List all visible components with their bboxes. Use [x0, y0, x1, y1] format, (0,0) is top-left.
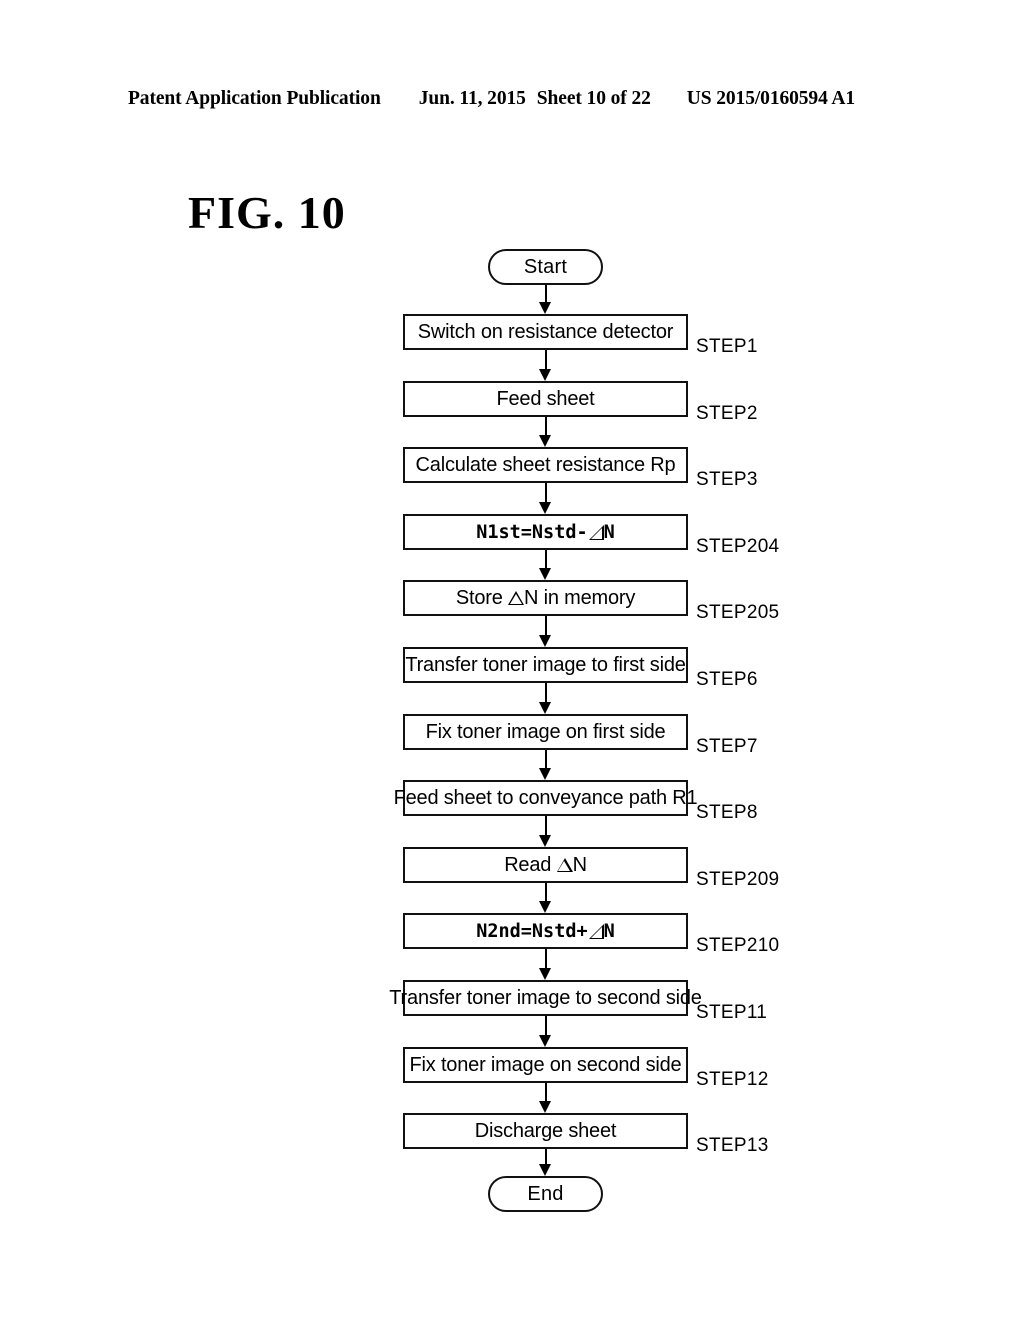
delta-triangle-icon — [508, 590, 524, 605]
flow-arrowhead-icon — [539, 835, 551, 847]
flow-connector-line — [544, 1083, 547, 1103]
flow-step-label: STEP205 — [696, 602, 780, 623]
flow-connector-line — [544, 949, 547, 970]
flow-step-label: STEP7 — [696, 736, 758, 757]
flow-step-label: STEP6 — [696, 669, 758, 690]
flow-step-label: STEP11 — [696, 1002, 768, 1023]
flow-step-label: STEP209 — [696, 869, 780, 890]
flow-arrowhead-icon — [539, 1164, 551, 1176]
flow-node-process: Read N — [403, 847, 688, 883]
right-triangle-delta-icon — [588, 923, 604, 939]
flow-node-process-label: Switch on resistance detector — [417, 320, 674, 343]
flow-node-start: Start — [488, 249, 603, 285]
flow-node-process: Fix toner image on first side — [403, 714, 688, 750]
flow-step-label: STEP8 — [696, 802, 758, 823]
flow-node-process: Discharge sheet — [403, 1113, 688, 1149]
flow-node-process: Fix toner image on second side — [403, 1047, 688, 1083]
flow-step-label: STEP3 — [696, 469, 758, 490]
flow-connector-line — [544, 1016, 547, 1037]
flow-connector-line — [544, 683, 547, 704]
flow-connector-line — [544, 350, 547, 371]
flow-node-process-label: Read N — [504, 853, 587, 876]
flow-arrowhead-icon — [539, 968, 551, 980]
flow-node-process-label: Feed sheet — [496, 387, 595, 410]
flow-step-label: STEP13 — [696, 1135, 769, 1156]
flow-connector-line — [544, 816, 547, 837]
flow-arrowhead-icon — [539, 369, 551, 381]
flow-arrowhead-icon — [539, 635, 551, 647]
flow-node-end-label: End — [527, 1182, 564, 1205]
flow-arrowhead-icon — [539, 768, 551, 780]
flow-arrowhead-icon — [539, 502, 551, 514]
flow-arrowhead-icon — [539, 901, 551, 913]
patent-drawing-page: Patent Application Publication Jun. 11, … — [0, 0, 1024, 1320]
flow-node-process-label: Store N in memory — [455, 586, 636, 609]
flow-node-process: Transfer toner image to first side — [403, 647, 688, 683]
flow-connector-line — [544, 417, 547, 437]
flow-step-label: STEP1 — [696, 336, 758, 357]
flow-step-label: STEP12 — [696, 1069, 769, 1090]
flow-arrowhead-icon — [539, 568, 551, 580]
flow-node-process: Feed sheet to conveyance path R1 — [394, 780, 698, 816]
flow-arrowhead-icon — [539, 702, 551, 714]
flow-node-process-label: Fix toner image on second side — [409, 1053, 682, 1076]
flow-node-process: N1st=Nstd- N — [403, 514, 688, 550]
flow-step-label: STEP2 — [696, 403, 758, 424]
flow-node-process: Store N in memory — [403, 580, 688, 616]
delta-triangle-icon — [556, 857, 573, 872]
flow-arrowhead-icon — [539, 1101, 551, 1113]
flow-connector-line — [544, 550, 547, 570]
flow-connector-line — [544, 483, 547, 504]
flow-node-process-label: Fix toner image on first side — [425, 720, 666, 743]
flow-node-process-label: Calculate sheet resistance Rp — [415, 453, 676, 476]
flow-step-label: STEP210 — [696, 935, 780, 956]
flow-connector-line — [544, 750, 547, 770]
flow-node-process: Switch on resistance detector — [403, 314, 688, 350]
flow-node-process: Feed sheet — [403, 381, 688, 417]
flow-step-label: STEP204 — [696, 536, 780, 557]
flow-connector-line — [544, 883, 547, 903]
flow-arrowhead-icon — [539, 1035, 551, 1047]
flow-node-process-label: Transfer toner image to second side — [389, 986, 702, 1009]
flow-arrowhead-icon — [539, 435, 551, 447]
right-triangle-delta-icon — [588, 524, 604, 540]
flow-node-process-label: N1st=Nstd- N — [476, 521, 615, 543]
flow-node-process-label: Discharge sheet — [474, 1119, 617, 1142]
flow-node-process: N2nd=Nstd+ N — [403, 913, 688, 949]
flow-node-process-label: N2nd=Nstd+ N — [476, 920, 615, 942]
flow-node-process: Calculate sheet resistance Rp — [403, 447, 688, 483]
flow-arrowhead-icon — [539, 302, 551, 314]
flowchart-diagram: Start Switch on resistance detector STEP1 F… — [0, 0, 1024, 1320]
flow-node-end: End — [488, 1176, 603, 1212]
flow-node-process-label: Feed sheet to conveyance path R1 — [393, 786, 698, 809]
flow-node-process-label: Transfer toner image to first side — [405, 653, 686, 676]
flow-node-start-label: Start — [523, 255, 568, 278]
flow-node-process: Transfer toner image to second side — [389, 980, 702, 1016]
flow-connector-line — [544, 616, 547, 637]
